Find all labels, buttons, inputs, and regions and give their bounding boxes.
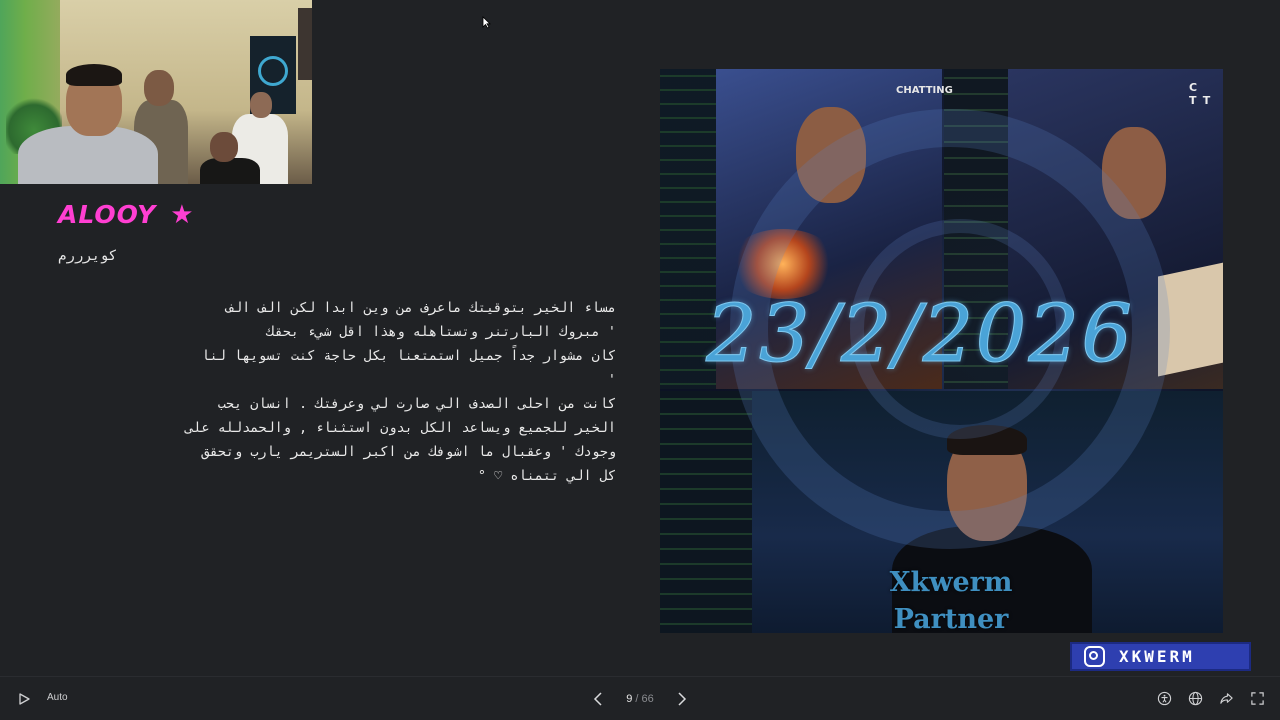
current-page: 9 <box>626 693 633 705</box>
share-button[interactable] <box>1218 690 1234 706</box>
message-line: كل الي تتمناه ♡ ° <box>477 468 616 484</box>
chat-overlay <box>660 391 752 633</box>
chatting-label: CHATTING <box>896 85 953 96</box>
globe-icon <box>1188 691 1202 705</box>
fullscreen-icon <box>1250 691 1264 705</box>
mouse-cursor <box>482 16 491 29</box>
instagram-badge: XKWERM <box>1070 642 1251 671</box>
partner-text: Xkwerm Partner <box>889 567 1013 633</box>
slideshow-toolbar: Auto 9/66 <box>0 676 1280 720</box>
toolbar-actions <box>1156 690 1265 706</box>
fullscreen-button[interactable] <box>1249 690 1265 706</box>
star-icon: ★ <box>170 199 194 230</box>
chevron-left-icon <box>593 692 602 706</box>
page-navigator: 9/66 <box>588 687 692 711</box>
recipient-nickname: كويرررم <box>58 248 118 264</box>
message-sender: ALOOY ★ <box>58 200 194 229</box>
person-foreground <box>8 64 158 184</box>
message-line: كان مشوار جداً جميل استمتعنا بكل حاجة كن… <box>201 348 616 364</box>
slide-image: CHATTING C TT 23/2/2026 Xkwerm Partner <box>660 69 1223 633</box>
language-button[interactable] <box>1187 690 1203 706</box>
image-date: 23/2/2026 <box>706 287 1135 381</box>
previous-slide-button[interactable] <box>588 688 608 710</box>
instagram-icon <box>1084 646 1105 667</box>
next-slide-button[interactable] <box>672 688 692 710</box>
slideshow-stage: ALOOY ★ كويرررم مساء الخير بتوقيتك ماعرف… <box>0 0 1280 720</box>
total-pages: 66 <box>641 693 654 705</box>
instagram-handle: XKWERM <box>1119 647 1195 666</box>
accessibility-icon <box>1157 691 1171 705</box>
chevron-right-icon <box>678 692 687 706</box>
play-button[interactable] <box>14 689 34 709</box>
accessibility-button[interactable] <box>1156 690 1172 706</box>
message-line: ' <box>607 372 616 388</box>
page-counter: 9/66 <box>626 693 654 705</box>
message-line: ' مبروك البارتنر وتستاهله وهذا اقل شيء ب… <box>266 324 617 340</box>
sender-name: ALOOY <box>58 200 157 229</box>
message-body: مساء الخير بتوقيتك ماعرف من وين ابدا لكن… <box>56 296 616 488</box>
message-line: الخير للجميع ويساعد الكل بدون استثناء , … <box>185 420 616 436</box>
corner-label: C TT <box>1189 81 1217 107</box>
message-line: مساء الخير بتوقيتك ماعرف من وين ابدا لكن… <box>225 300 616 316</box>
message-line: كانت من احلى الصدف الي صارت لي وعرفتك . … <box>217 396 616 412</box>
share-icon <box>1219 692 1233 704</box>
webcam-overlay <box>0 0 312 184</box>
message-line: وجودك ' وعقبال ما اشوفك من اكبر الستريمر… <box>201 444 616 460</box>
play-icon <box>19 693 30 705</box>
autoplay-label[interactable]: Auto <box>47 692 68 703</box>
